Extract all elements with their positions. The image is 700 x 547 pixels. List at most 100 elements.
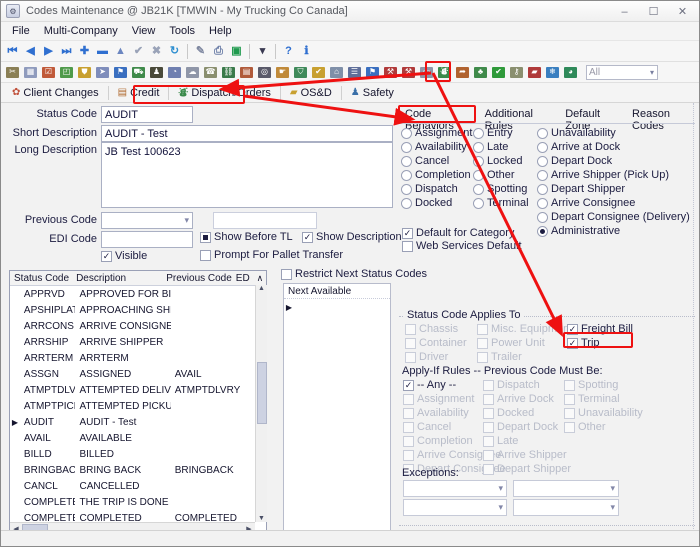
globe-icon[interactable]: ◕ xyxy=(562,64,579,81)
driver-icon[interactable]: ♟ xyxy=(148,64,165,81)
tab-client-changes[interactable]: ✿Client Changes xyxy=(5,84,106,102)
truck-icon[interactable]: ⛟ xyxy=(130,64,147,81)
report-icon[interactable]: ◰ xyxy=(58,64,75,81)
edit-record-icon[interactable]: ▲ xyxy=(112,43,129,60)
checkbox-freight-bill[interactable]: ✓Freight Bill xyxy=(567,322,633,336)
first-record-icon[interactable]: ⏮ xyxy=(4,43,21,60)
exception-combo-3[interactable]: ▾ xyxy=(403,499,507,516)
next-available-row[interactable]: ▶ xyxy=(284,299,390,315)
radio-depart-dock[interactable]: Depart Dock xyxy=(537,154,690,168)
tab-credit[interactable]: ▤Credit xyxy=(111,84,167,102)
status-code-input[interactable]: AUDIT xyxy=(101,106,193,123)
attachment-icon[interactable]: ✎ xyxy=(192,43,209,60)
scroll-thumb[interactable] xyxy=(257,362,267,424)
radio-dispatch[interactable]: Dispatch xyxy=(401,182,472,196)
tools-icon[interactable]: ⚒ xyxy=(382,64,399,81)
dispatch-orders-icon[interactable]: ⛇ xyxy=(436,64,453,81)
radio-late[interactable]: Late xyxy=(473,140,529,154)
column-header-previous-code[interactable]: Previous Code xyxy=(162,273,232,284)
tools2-icon[interactable]: ⚒ xyxy=(400,64,417,81)
camera-icon[interactable]: ◎ xyxy=(256,64,273,81)
gauge-icon[interactable]: ◔ xyxy=(166,64,183,81)
show-description-checkbox[interactable]: ✓ Show Description xyxy=(302,231,402,243)
flag2-icon[interactable]: ⚑ xyxy=(364,64,381,81)
table-row[interactable]: ARRCONSARRIVE CONSIGNEE xyxy=(10,318,266,334)
default-for-category-checkbox[interactable]: ✓ Default for Category xyxy=(402,227,514,239)
tab-dispatch-orders[interactable]: ⛇Dispatch/Orders xyxy=(171,82,277,103)
codes-icon[interactable]: ✂ xyxy=(4,64,21,81)
tab-os-d[interactable]: ▰OS&D xyxy=(283,84,339,102)
radio-docked[interactable]: Docked xyxy=(401,196,472,210)
restrict-next-status-codes-checkbox[interactable]: Restrict Next Status Codes xyxy=(281,268,427,280)
table-row[interactable]: ARRSHIPARRIVE SHIPPER xyxy=(10,334,266,350)
show-before-tl-checkbox[interactable]: Show Before TL xyxy=(200,231,293,243)
hand-icon[interactable]: ☛ xyxy=(274,64,291,81)
cursor-icon[interactable]: ➤ xyxy=(94,64,111,81)
scroll-up-arrow[interactable]: ▲ xyxy=(256,285,268,292)
long-description-input[interactable]: JB Test 100623 xyxy=(101,142,393,208)
visible-checkbox[interactable]: ✓ Visible xyxy=(101,250,147,262)
checklist-icon[interactable]: ☑ xyxy=(40,64,57,81)
flag-icon[interactable]: ⚑ xyxy=(112,64,129,81)
radio-depart-consignee-delivery-[interactable]: Depart Consignee (Delivery) xyxy=(537,210,690,224)
maximize-button[interactable]: ☐ xyxy=(639,1,668,22)
shield-icon[interactable]: ⛊ xyxy=(76,64,93,81)
radio-locked[interactable]: Locked xyxy=(473,154,529,168)
column-header-status-code[interactable]: Status Code xyxy=(10,273,72,284)
radio-depart-shipper[interactable]: Depart Shipper xyxy=(537,182,690,196)
table-row[interactable]: ASSGNASSIGNEDAVAIL xyxy=(10,366,266,382)
calendar-icon[interactable]: ▤ xyxy=(238,64,255,81)
grid-icon[interactable]: ▦ xyxy=(22,64,39,81)
last-record-icon[interactable]: ⏭ xyxy=(58,43,75,60)
status-codes-grid[interactable]: Status CodeDescriptionPrevious CodeED∧ A… xyxy=(9,270,267,535)
menu-item-file[interactable]: File xyxy=(5,23,37,39)
radio-availability[interactable]: Availability xyxy=(401,140,472,154)
radio-arrive-shipper-pick-up-[interactable]: Arrive Shipper (Pick Up) xyxy=(537,168,690,182)
cancel-edit-icon[interactable]: ✖ xyxy=(148,43,165,60)
post-edit-icon[interactable]: ✔ xyxy=(130,43,147,60)
delete-record-icon[interactable]: ▬ xyxy=(94,43,111,60)
table-row[interactable]: ▶AUDITAUDIT - Test xyxy=(10,414,266,430)
scroll-down-arrow[interactable]: ▼ xyxy=(256,515,268,522)
radio-assignment[interactable]: Assignment xyxy=(401,126,472,140)
column-header-ed[interactable]: ED xyxy=(232,273,253,284)
radio-spotting[interactable]: Spotting xyxy=(473,182,529,196)
badge-icon[interactable]: ✔ xyxy=(310,64,327,81)
radio-entry[interactable]: Entry xyxy=(473,126,529,140)
phone-icon[interactable]: ☎ xyxy=(202,64,219,81)
checkbox-trip[interactable]: ✓Trip xyxy=(567,336,633,350)
help-icon[interactable]: ? xyxy=(280,43,297,60)
previous-record-icon[interactable]: ◀ xyxy=(22,43,39,60)
radio-unavailability[interactable]: Unavailability xyxy=(537,126,690,140)
screen-dropdown-icon[interactable]: ▾ xyxy=(254,43,271,60)
menu-item-multi-company[interactable]: Multi-Company xyxy=(37,23,125,39)
radio-terminal[interactable]: Terminal xyxy=(473,196,529,210)
table-row[interactable]: ARRTERMARRTERM xyxy=(10,350,266,366)
web-services-default-checkbox[interactable]: Web Services Default xyxy=(402,240,522,252)
table-row[interactable]: ATMPTDLVRYATTEMPTED DELIVEATMPTDLVRY xyxy=(10,382,266,398)
radio-completion[interactable]: Completion xyxy=(401,168,472,182)
document-icon[interactable]: ☰ xyxy=(346,64,363,81)
short-description-input[interactable]: AUDIT - Test xyxy=(101,125,393,142)
table-row[interactable]: CANCLCANCELLED xyxy=(10,478,266,494)
tree-icon[interactable]: ♣ xyxy=(472,64,489,81)
sort-indicator-icon[interactable]: ∧ xyxy=(253,273,266,284)
radio-arrive-consignee[interactable]: Arrive Consignee xyxy=(537,196,690,210)
next-record-icon[interactable]: ▶ xyxy=(40,43,57,60)
exception-combo-1[interactable]: ▾ xyxy=(403,480,507,497)
snowflake-icon[interactable]: ❄ xyxy=(544,64,561,81)
previous-code-combo[interactable]: ▾ xyxy=(101,212,193,229)
menu-item-help[interactable]: Help xyxy=(202,23,239,39)
menu-item-view[interactable]: View xyxy=(125,23,163,39)
exception-combo-4[interactable]: ▾ xyxy=(513,499,619,516)
table-row[interactable]: COMPLETETHE TRIP IS DONE xyxy=(10,494,266,510)
radio-cancel[interactable]: Cancel xyxy=(401,154,472,168)
menu-item-tools[interactable]: Tools xyxy=(162,23,202,39)
building-icon[interactable]: ⌂ xyxy=(328,64,345,81)
screen-icon[interactable]: ▣ xyxy=(228,43,245,60)
key-icon[interactable]: ⚷ xyxy=(508,64,525,81)
column-header-description[interactable]: Description xyxy=(72,273,162,284)
radio-other[interactable]: Other xyxy=(473,168,529,182)
check-icon[interactable]: ✔ xyxy=(490,64,507,81)
table-row[interactable]: BILLDBILLED xyxy=(10,446,266,462)
